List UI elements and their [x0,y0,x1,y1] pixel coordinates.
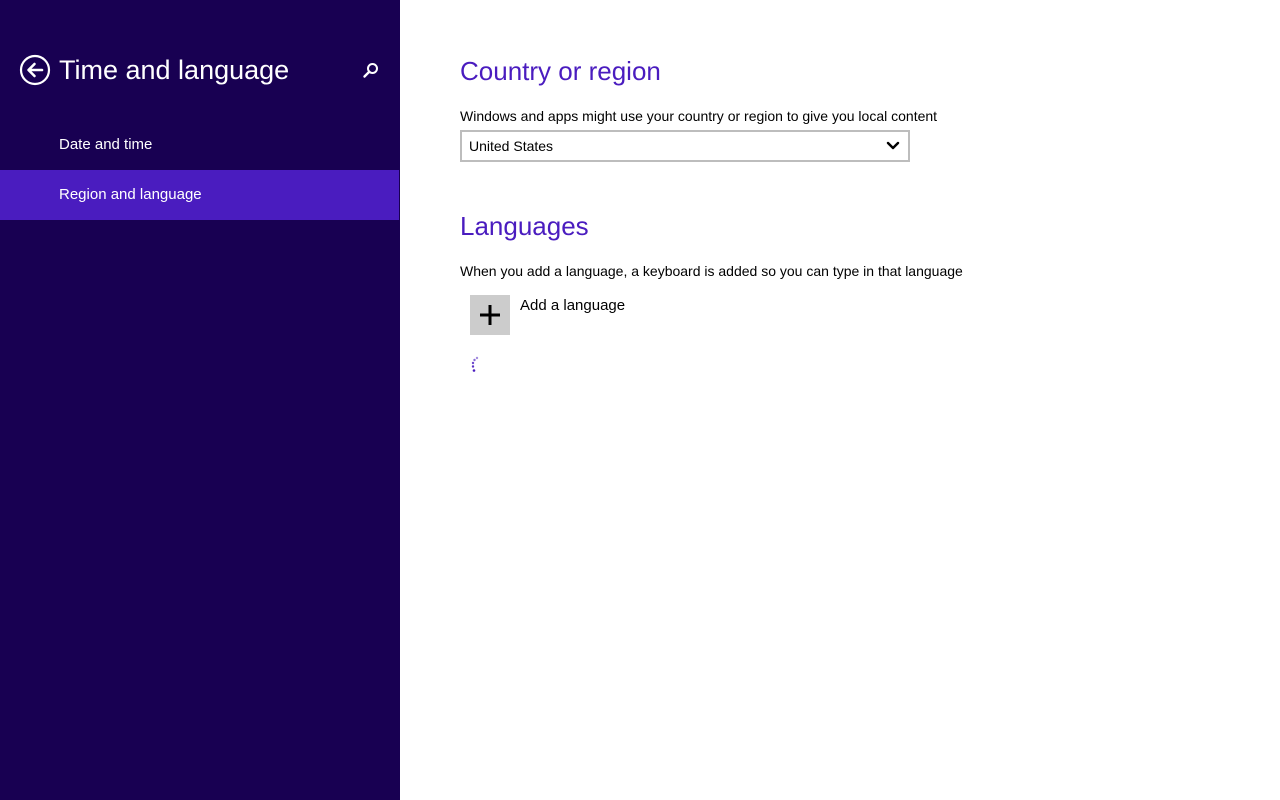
nav-item-label: Region and language [59,186,202,203]
languages-description: When you add a language, a keyboard is a… [460,263,963,279]
add-language-button[interactable]: Add a language [470,295,670,335]
nav-item-label: Date and time [59,136,153,153]
country-select-value: United States [469,138,554,154]
chevron-down-icon [886,141,900,150]
plus-icon [480,305,500,325]
add-language-label: Add a language [520,297,626,314]
nav-item-date-and-time[interactable]: Date and time [0,120,399,170]
back-arrow-circle-icon [19,54,51,86]
search-icon [363,63,378,78]
country-select[interactable]: United States [460,130,910,162]
loading-spinner-icon [471,356,479,372]
nav-title: Time and language [59,55,290,85]
country-description: Windows and apps might use your country … [460,108,938,124]
nav-item-region-and-language[interactable]: Region and language [0,170,399,220]
back-button[interactable] [19,54,51,86]
settings-window: Time and language Date and time Region a… [0,0,1280,800]
add-language-tile [470,295,510,335]
search-button[interactable] [360,60,382,82]
languages-heading: Languages [460,211,589,241]
country-heading: Country or region [460,56,661,86]
navigation-pane: Time and language Date and time Region a… [0,0,400,800]
